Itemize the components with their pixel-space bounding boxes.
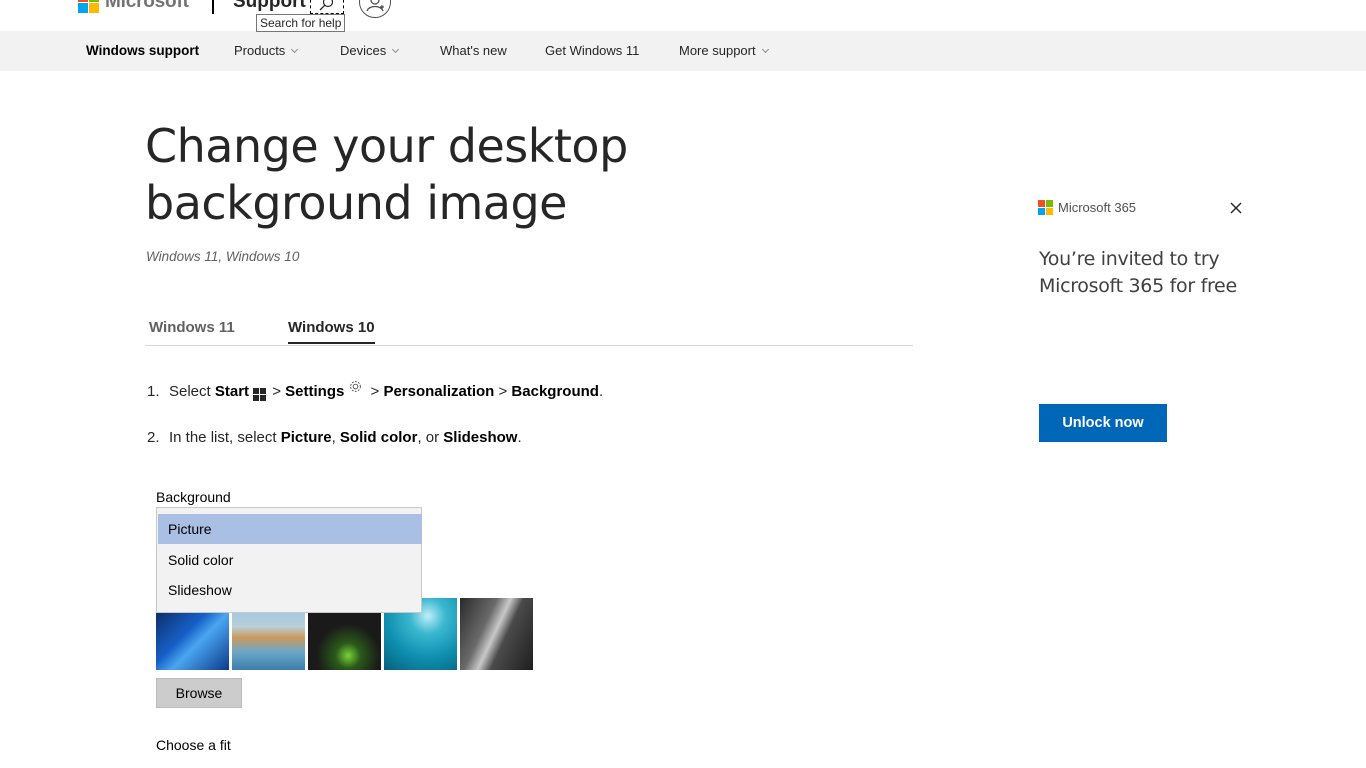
step-end: . xyxy=(517,429,522,446)
step-1: 1. Select Start > Settings > Personalizat… xyxy=(147,379,603,401)
step-separator: > xyxy=(366,383,384,400)
nav-products-label: Products xyxy=(234,43,286,58)
search-button[interactable] xyxy=(310,0,344,14)
os-tabs: Windows 11 Windows 10 xyxy=(145,310,913,346)
m365-logo: Microsoft 365 xyxy=(1038,200,1136,215)
promo-brand: Microsoft 365 xyxy=(1058,200,1137,215)
account-button[interactable] xyxy=(359,0,391,18)
nav-more-support-label: More support xyxy=(679,43,756,58)
step-term-start: Start xyxy=(214,383,250,400)
step-term-slideshow: Slideshow xyxy=(443,429,518,446)
m365-promo: Microsoft 365 You’re invited to try Micr… xyxy=(1020,180,1260,470)
account-icon xyxy=(366,0,384,12)
step-term-settings: Settings xyxy=(285,383,345,400)
support-link[interactable]: Support xyxy=(233,0,306,13)
step-text: Select xyxy=(169,383,215,400)
background-dropdown: Picture Solid color Slideshow xyxy=(156,507,422,613)
nav-get-windows-11[interactable]: Get Windows 11 xyxy=(545,31,639,71)
close-icon[interactable] xyxy=(1228,200,1244,216)
nav-more-support[interactable]: More support xyxy=(679,31,769,71)
step-number: 2. xyxy=(147,429,160,446)
chevron-down-icon xyxy=(291,45,299,54)
step-number: 1. xyxy=(147,383,160,400)
step-text: In the list, select xyxy=(169,429,281,446)
step-text: , xyxy=(331,429,340,446)
promo-text: You’re invited to try Microsoft 365 for … xyxy=(1039,248,1237,297)
applies-to: Windows 11, Windows 10 xyxy=(146,249,300,264)
top-header: Microsoft Support Search for help xyxy=(0,0,1366,32)
step-end: . xyxy=(598,383,604,400)
search-tooltip: Search for help xyxy=(256,14,346,32)
chevron-down-icon xyxy=(761,45,769,54)
option-slideshow: Slideshow xyxy=(168,582,232,598)
gear-icon xyxy=(350,381,362,392)
chevron-down-icon xyxy=(392,45,400,54)
nav-devices[interactable]: Devices xyxy=(340,31,400,71)
microsoft-logo-icon xyxy=(1038,200,1053,215)
brand-name: Microsoft xyxy=(105,0,189,12)
search-icon xyxy=(319,0,334,10)
nav-products[interactable]: Products xyxy=(234,31,299,71)
nav-windows-support[interactable]: Windows support xyxy=(86,31,199,71)
header-divider xyxy=(212,0,214,14)
nav-devices-label: Devices xyxy=(340,43,387,58)
microsoft-logo-icon xyxy=(78,0,99,13)
microsoft-logo[interactable]: Microsoft xyxy=(78,0,189,13)
step-separator: > xyxy=(494,383,512,400)
page-title: Change your desktop background image xyxy=(145,119,628,230)
wallpaper-thumbnail xyxy=(460,598,533,670)
choose-fit-label: Choose a fit xyxy=(156,737,231,753)
nav-whats-new[interactable]: What's new xyxy=(440,31,507,71)
background-label: Background xyxy=(156,489,231,505)
step-text: , or xyxy=(417,429,444,446)
step-separator: > xyxy=(268,383,286,400)
unlock-now-button[interactable]: Unlock now xyxy=(1039,404,1167,442)
product-nav: Windows support Products Devices What's … xyxy=(0,31,1366,71)
tab-windows-11[interactable]: Windows 11 xyxy=(149,319,235,342)
tab-windows-10[interactable]: Windows 10 xyxy=(288,319,375,344)
step-term-background: Background xyxy=(511,383,599,400)
step-term-personalization: Personalization xyxy=(383,383,495,400)
step-term-picture: Picture xyxy=(280,429,332,446)
browse-button: Browse xyxy=(156,678,242,708)
step-2: 2. In the list, select Picture, Solid col… xyxy=(147,429,522,446)
option-solid-color: Solid color xyxy=(168,552,234,568)
option-picture: Picture xyxy=(158,514,422,544)
step-term-solid-color: Solid color xyxy=(339,429,418,446)
windows-start-icon xyxy=(253,388,267,401)
